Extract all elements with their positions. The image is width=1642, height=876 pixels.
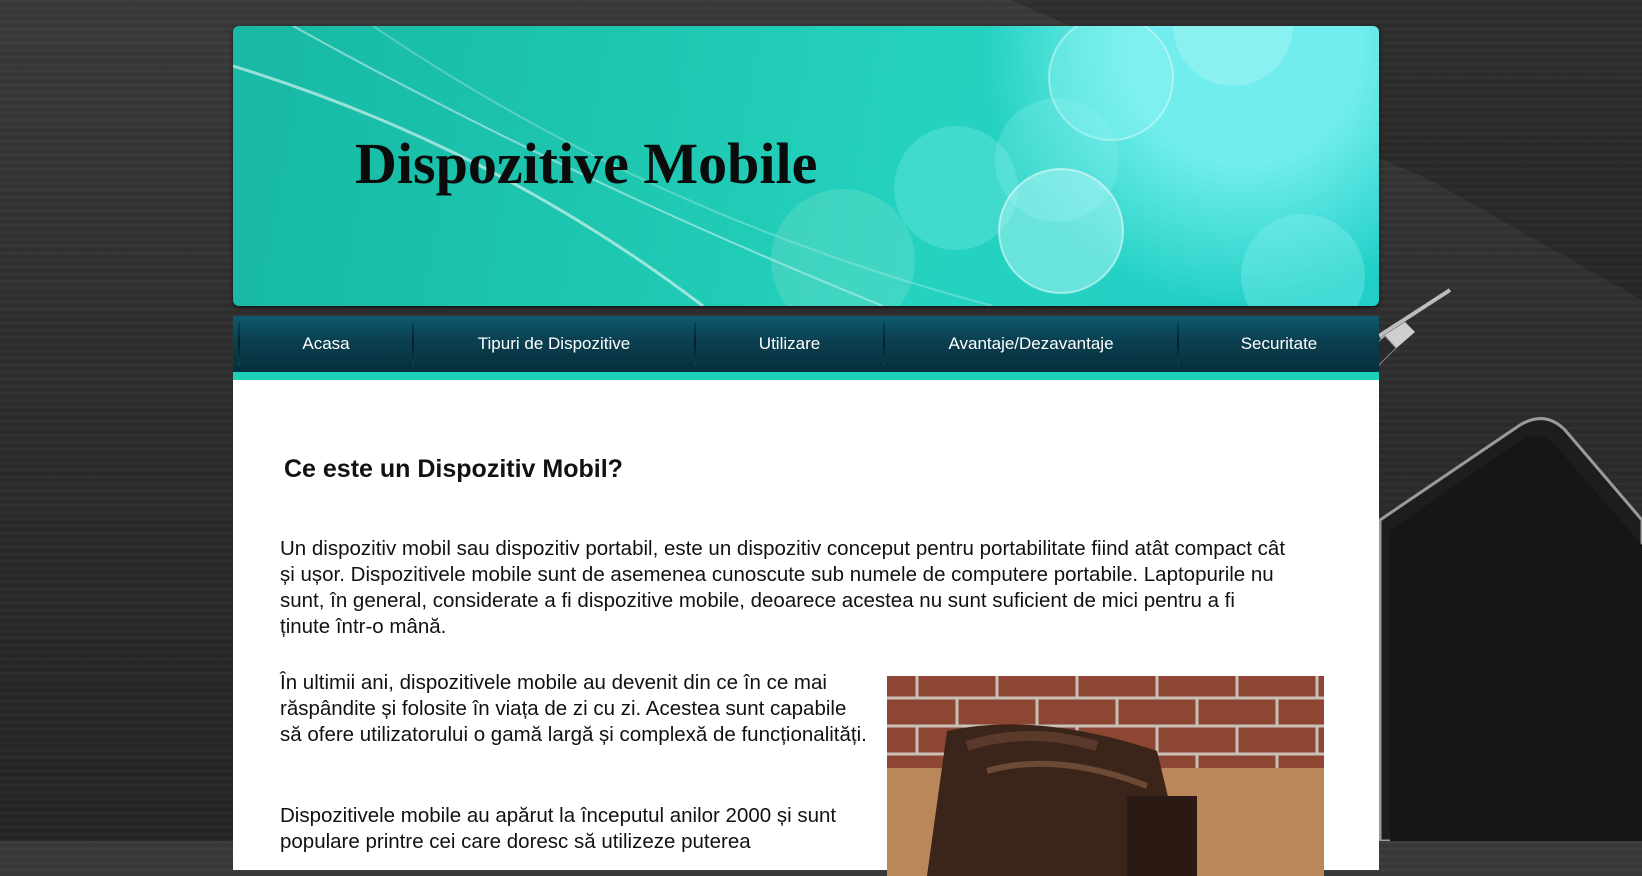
bag-photo xyxy=(887,676,1324,876)
nav-item-tipuri-de-dispozitive[interactable]: Tipuri de Dispozitive xyxy=(414,316,694,372)
nav-item-utilizare[interactable]: Utilizare xyxy=(696,316,883,372)
nav-item-securitate[interactable]: Securitate xyxy=(1179,316,1379,372)
page-wrapper: Dispozitive Mobile Acasa Tipuri de Dispo… xyxy=(233,26,1379,876)
section-heading: Ce este un Dispozitiv Mobil? xyxy=(284,455,623,483)
usage-paragraph: În ultimii ani, dispozitivele mobile au … xyxy=(280,671,867,746)
site-title: Dispozitive Mobile xyxy=(355,131,818,196)
nav-item-avantaje-dezavantaje[interactable]: Avantaje/Dezavantaje xyxy=(885,316,1177,372)
nav-item-acasa[interactable]: Acasa xyxy=(240,316,412,372)
intro-paragraph: Un dispozitiv mobil sau dispozitiv porta… xyxy=(280,537,1286,638)
smartphone-icon xyxy=(1378,417,1642,841)
main-navigation: Acasa Tipuri de Dispozitive Utilizare Av… xyxy=(233,316,1379,372)
header-banner: Dispozitive Mobile xyxy=(233,26,1379,306)
leather-bag-image xyxy=(887,676,1324,876)
history-paragraph: Dispozitivele mobile au apărut la începu… xyxy=(280,804,837,853)
main-content: Ce este un Dispozitiv Mobil? Un dispozit… xyxy=(233,380,1379,876)
nav-accent-bar xyxy=(233,372,1379,380)
